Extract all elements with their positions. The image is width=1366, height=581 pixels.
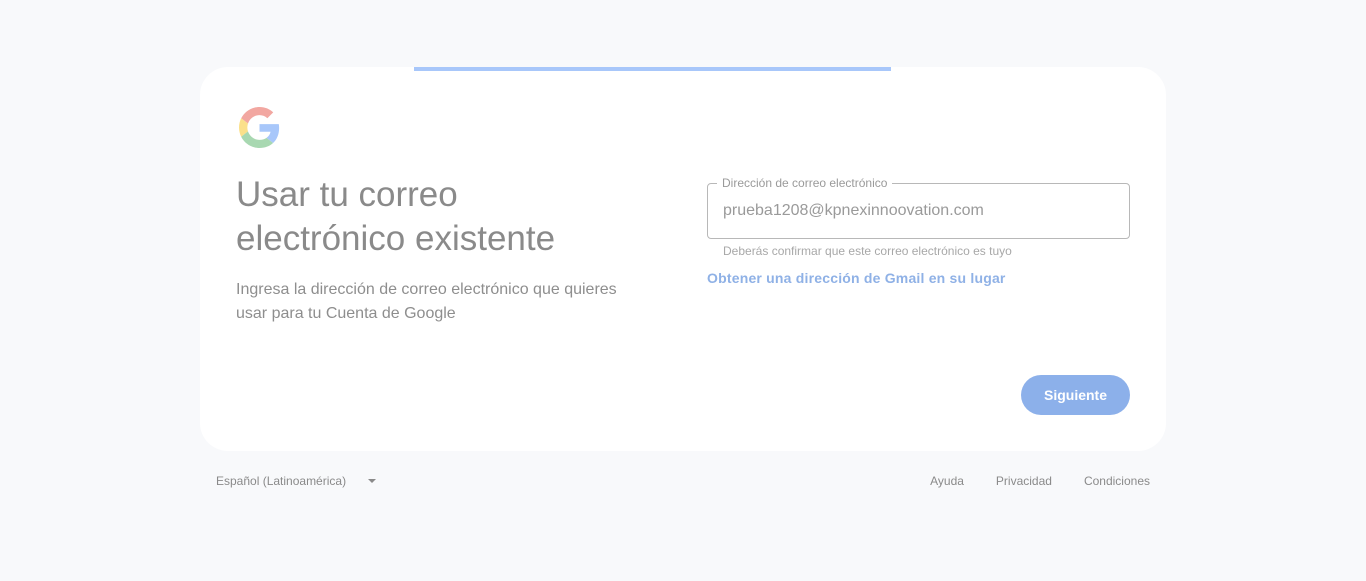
progress-bar [414, 67, 891, 71]
next-button[interactable]: Siguiente [1021, 375, 1130, 415]
language-select[interactable]: Español (Latinoamérica) [216, 474, 377, 488]
page-title: Usar tu correo electrónico existente [236, 175, 556, 258]
page-subtitle: Ingresa la dirección de correo electróni… [236, 281, 617, 322]
email-field[interactable]: Dirección de correo electrónico [707, 176, 1130, 239]
chevron-down-icon [368, 479, 377, 483]
footer-links: Ayuda Privacidad Condiciones [930, 474, 1150, 488]
email-field-label: Dirección de correo electrónico [717, 176, 893, 190]
footer: Español (Latinoamérica) Ayuda Privacidad… [200, 472, 1166, 494]
language-select-label: Español (Latinoamérica) [216, 474, 347, 488]
google-g-icon [239, 107, 280, 148]
email-input[interactable] [723, 200, 1113, 222]
signup-page: Usar tu correo electrónico existente Ing… [0, 0, 1366, 581]
terms-link[interactable]: Condiciones [1084, 474, 1150, 488]
get-gmail-link[interactable]: Obtener una dirección de Gmail en su lug… [707, 269, 1006, 287]
email-hint: Deberás confirmar que este correo electr… [723, 244, 1012, 258]
help-link[interactable]: Ayuda [930, 474, 964, 488]
privacy-link[interactable]: Privacidad [996, 474, 1052, 488]
signin-card: Usar tu correo electrónico existente Ing… [200, 67, 1166, 451]
